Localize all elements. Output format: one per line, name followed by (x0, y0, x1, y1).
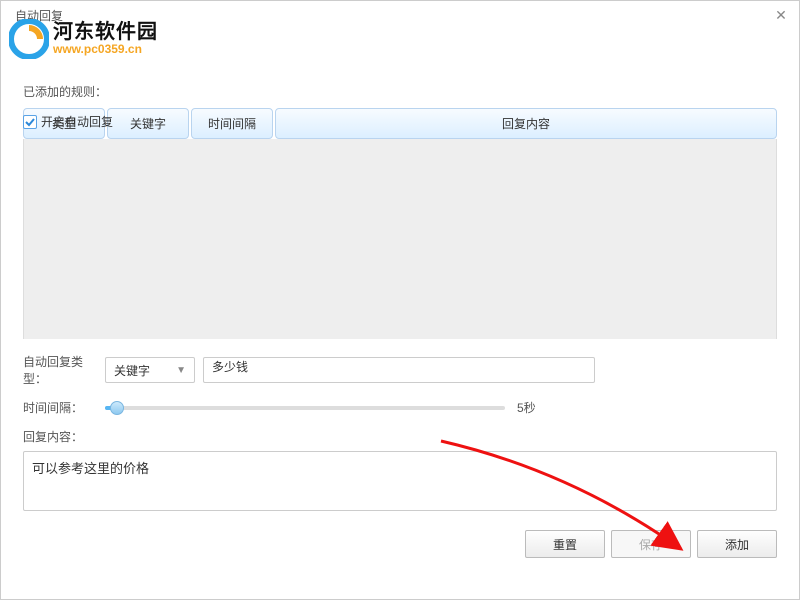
col-keyword[interactable]: 关键字 (107, 108, 189, 139)
type-select[interactable]: 关键字 ▼ (105, 357, 195, 383)
interval-slider[interactable] (105, 406, 505, 410)
checkbox-icon[interactable] (23, 115, 37, 129)
interval-value: 5秒 (517, 399, 536, 416)
enable-label: 开启自动回复 (41, 113, 113, 130)
col-reply[interactable]: 回复内容 (275, 108, 777, 139)
logo-icon (9, 19, 49, 59)
watermark-cn: 河东软件园 (53, 21, 158, 43)
close-icon[interactable]: ✕ (771, 5, 791, 25)
chevron-down-icon: ▼ (176, 365, 186, 376)
rules-table-header: 类型 关键字 时间间隔 回复内容 (23, 108, 777, 139)
type-value: 关键字 (114, 362, 150, 379)
watermark: 河东软件园 www.pc0359.cn (9, 19, 158, 59)
add-button[interactable]: 添加 (697, 530, 777, 558)
reply-label: 回复内容： (23, 428, 105, 445)
slider-thumb[interactable] (110, 401, 124, 415)
watermark-url: www.pc0359.cn (53, 43, 158, 56)
save-button[interactable]: 保存 (611, 530, 691, 558)
interval-label: 时间间隔： (23, 399, 105, 416)
type-label: 自动回复类型： (23, 353, 105, 387)
reply-textarea[interactable] (23, 451, 777, 511)
keyword-value: 多少钱 (212, 360, 248, 374)
enable-auto-reply[interactable]: 开启自动回复 (23, 113, 113, 130)
col-interval[interactable]: 时间间隔 (191, 108, 273, 139)
rules-table-body (23, 139, 777, 339)
rules-label: 已添加的规则： (23, 83, 777, 100)
reset-button[interactable]: 重置 (525, 530, 605, 558)
keyword-input[interactable]: 多少钱 (203, 357, 595, 383)
